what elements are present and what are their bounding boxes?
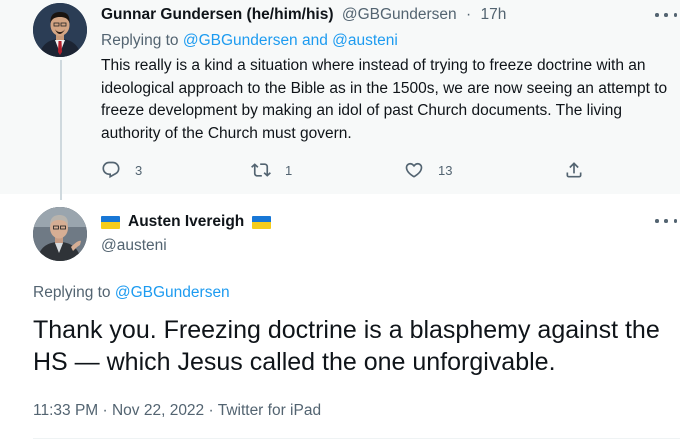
- retweet-icon: [251, 163, 271, 177]
- header-separator: ·: [465, 6, 472, 23]
- replying-to-handle-link[interactable]: @GBGundersen: [115, 284, 230, 301]
- share-icon: [566, 162, 582, 178]
- heart-icon: [405, 162, 423, 178]
- like-count: 13: [438, 162, 453, 178]
- reply-count: 3: [135, 162, 143, 178]
- ukraine-flag-icon: [252, 215, 272, 229]
- main-replying-to: Replying to @GBGundersen: [33, 284, 230, 302]
- avatar-austen-ivereigh[interactable]: [33, 207, 87, 261]
- parent-author-name[interactable]: Gunnar Gundersen (he/him/his): [101, 6, 334, 23]
- reply-button[interactable]: 3: [101, 160, 142, 180]
- share-button[interactable]: [564, 160, 584, 180]
- main-author-name-row[interactable]: Austen Ivereigh: [101, 213, 272, 231]
- parent-author-handle[interactable]: @GBGundersen: [342, 6, 457, 23]
- like-button[interactable]: 13: [404, 160, 452, 180]
- parent-replying-to: Replying to @GBGundersen and @austeni: [101, 32, 398, 50]
- main-tweet-text: Thank you. Freezing doctrine is a blasph…: [33, 316, 660, 376]
- main-author-name[interactable]: Austen Ivereigh: [128, 213, 244, 231]
- main-author-handle[interactable]: @austeni: [101, 237, 167, 255]
- divider: [33, 438, 680, 439]
- parent-tweet-text: This really is a kind a situation where …: [101, 57, 668, 142]
- parent-tweet-time[interactable]: 17h: [480, 6, 506, 23]
- more-icon[interactable]: [655, 11, 677, 19]
- ukraine-flag-icon: [101, 215, 120, 229]
- main-tweet-meta: 11:33 PM · Nov 22, 2022 · Twitter for iP…: [33, 402, 321, 420]
- retweet-count: 1: [285, 162, 293, 178]
- tweet-timestamp-link[interactable]: 11:33 PM · Nov 22, 2022: [33, 402, 204, 419]
- tweet-source-link[interactable]: Twitter for iPad: [218, 402, 321, 419]
- meta-separator: ·: [208, 402, 214, 419]
- replying-to-label: Replying to: [33, 284, 111, 301]
- parent-tweet-actions: 3 1 13: [101, 160, 584, 182]
- thread-connector-line: [60, 60, 62, 200]
- replying-to-handles-link[interactable]: @GBGundersen and @austeni: [183, 32, 398, 49]
- retweet-button[interactable]: 1: [251, 160, 292, 180]
- reply-icon: [102, 161, 120, 179]
- parent-tweet-header: Gunnar Gundersen (he/him/his) @GBGunders…: [101, 6, 506, 24]
- replying-to-label: Replying to: [101, 32, 179, 49]
- parent-tweet[interactable]: Gunnar Gundersen (he/him/his) @GBGunders…: [0, 0, 680, 200]
- avatar-gunnar-gundersen[interactable]: [33, 3, 87, 57]
- more-icon[interactable]: [655, 217, 677, 225]
